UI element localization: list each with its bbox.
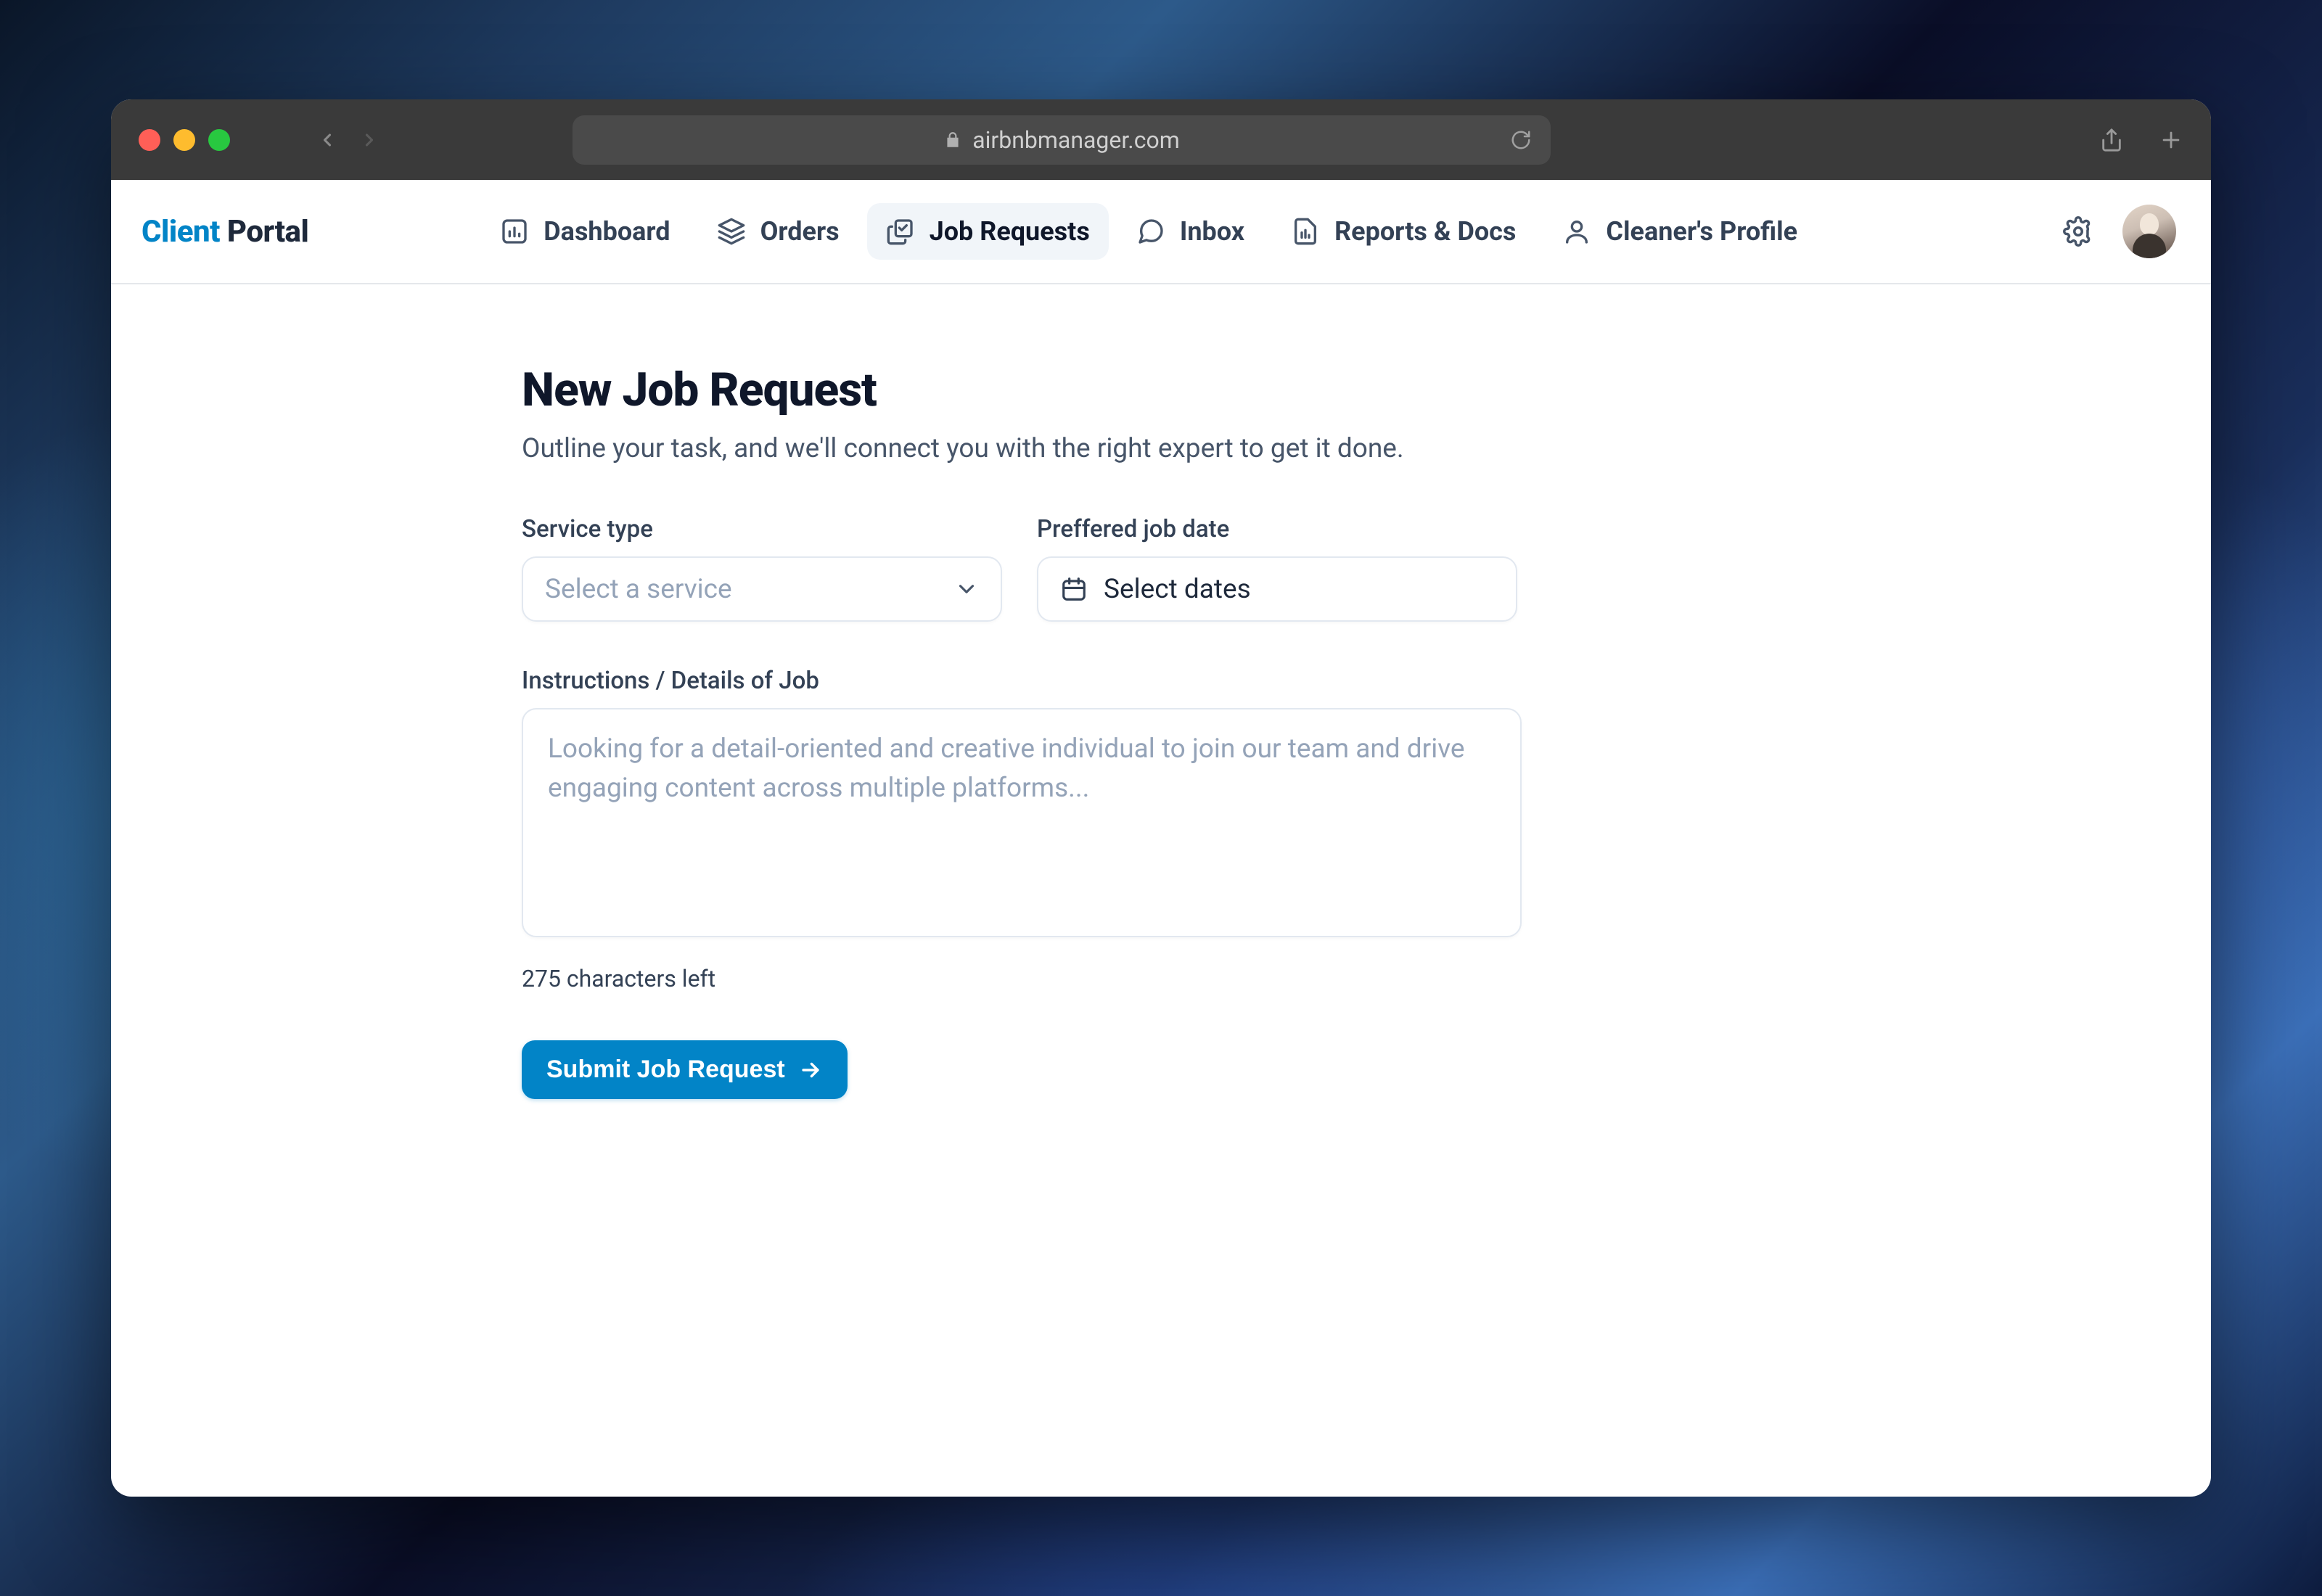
browser-forward-button[interactable] <box>359 126 380 155</box>
service-type-label: Service type <box>522 515 1002 543</box>
field-instructions: Instructions / Details of Job 275 charac… <box>522 667 2211 992</box>
gear-icon <box>2063 216 2093 247</box>
nav-reports[interactable]: Reports & Docs <box>1272 203 1535 260</box>
main-nav: Dashboard Orders Job Requests Inbox <box>481 203 1816 260</box>
page-content: New Job Request Outline your task, and w… <box>111 284 2211 1497</box>
window-close-button[interactable] <box>139 129 160 151</box>
page-title: New Job Request <box>522 363 2211 417</box>
nav-label: Orders <box>760 216 840 247</box>
submit-label: Submit Job Request <box>546 1056 785 1084</box>
date-label: Preffered job date <box>1037 515 1517 543</box>
nav-label: Inbox <box>1180 216 1244 247</box>
header-right <box>2063 205 2176 258</box>
field-preferred-date: Preffered job date Select dates <box>1037 515 1517 622</box>
page-subtitle: Outline your task, and we'll connect you… <box>522 433 2211 464</box>
instructions-label: Instructions / Details of Job <box>522 667 2211 695</box>
nav-label: Job Requests <box>930 216 1090 247</box>
date-picker[interactable]: Select dates <box>1037 556 1517 622</box>
new-tab-icon[interactable] <box>2159 128 2183 152</box>
browser-back-button[interactable] <box>317 126 337 155</box>
avatar[interactable] <box>2122 205 2176 258</box>
browser-url-text: airbnbmanager.com <box>972 126 1180 154</box>
layers-icon <box>717 217 746 246</box>
brand-logo[interactable]: Client Portal <box>141 214 308 250</box>
browser-titlebar: airbnbmanager.com <box>111 99 2211 180</box>
instructions-textarea[interactable] <box>522 708 1522 937</box>
brand-part2: Portal <box>227 214 308 250</box>
nav-label: Reports & Docs <box>1334 216 1516 247</box>
chevron-down-icon <box>954 577 979 601</box>
browser-nav-arrows <box>317 126 380 155</box>
nav-inbox[interactable]: Inbox <box>1117 203 1263 260</box>
date-placeholder: Select dates <box>1104 574 1251 605</box>
lock-icon <box>943 131 962 149</box>
nav-label: Dashboard <box>543 216 670 247</box>
arrow-right-icon <box>798 1058 823 1082</box>
app-header: Client Portal Dashboard Orders Job Req <box>111 180 2211 284</box>
bar-chart-icon <box>500 217 529 246</box>
nav-cleaners-profile[interactable]: Cleaner's Profile <box>1543 203 1816 260</box>
settings-button[interactable] <box>2063 216 2093 247</box>
browser-url-bar[interactable]: airbnbmanager.com <box>573 115 1551 165</box>
calendar-icon <box>1060 575 1088 603</box>
user-icon <box>1562 217 1591 246</box>
nav-dashboard[interactable]: Dashboard <box>481 203 689 260</box>
share-icon[interactable] <box>2099 126 2124 154</box>
char-counter: 275 characters left <box>522 965 2211 992</box>
form-row: Service type Select a service Preffered … <box>522 515 2211 622</box>
traffic-lights <box>139 129 230 151</box>
chat-icon <box>1136 217 1165 246</box>
service-type-placeholder: Select a service <box>545 574 732 605</box>
browser-titlebar-right <box>2099 126 2183 154</box>
reload-icon[interactable] <box>1510 129 1532 151</box>
copy-check-icon <box>886 217 915 246</box>
service-type-select[interactable]: Select a service <box>522 556 1002 622</box>
browser-window: airbnbmanager.com Client Portal Dashbo <box>111 99 2211 1497</box>
nav-label: Cleaner's Profile <box>1606 216 1797 247</box>
brand-part1: Client <box>141 214 220 250</box>
nav-job-requests[interactable]: Job Requests <box>867 203 1109 260</box>
window-minimize-button[interactable] <box>173 129 195 151</box>
submit-button[interactable]: Submit Job Request <box>522 1040 848 1099</box>
file-chart-icon <box>1291 217 1320 246</box>
field-service-type: Service type Select a service <box>522 515 1002 622</box>
window-maximize-button[interactable] <box>208 129 230 151</box>
nav-orders[interactable]: Orders <box>698 203 858 260</box>
